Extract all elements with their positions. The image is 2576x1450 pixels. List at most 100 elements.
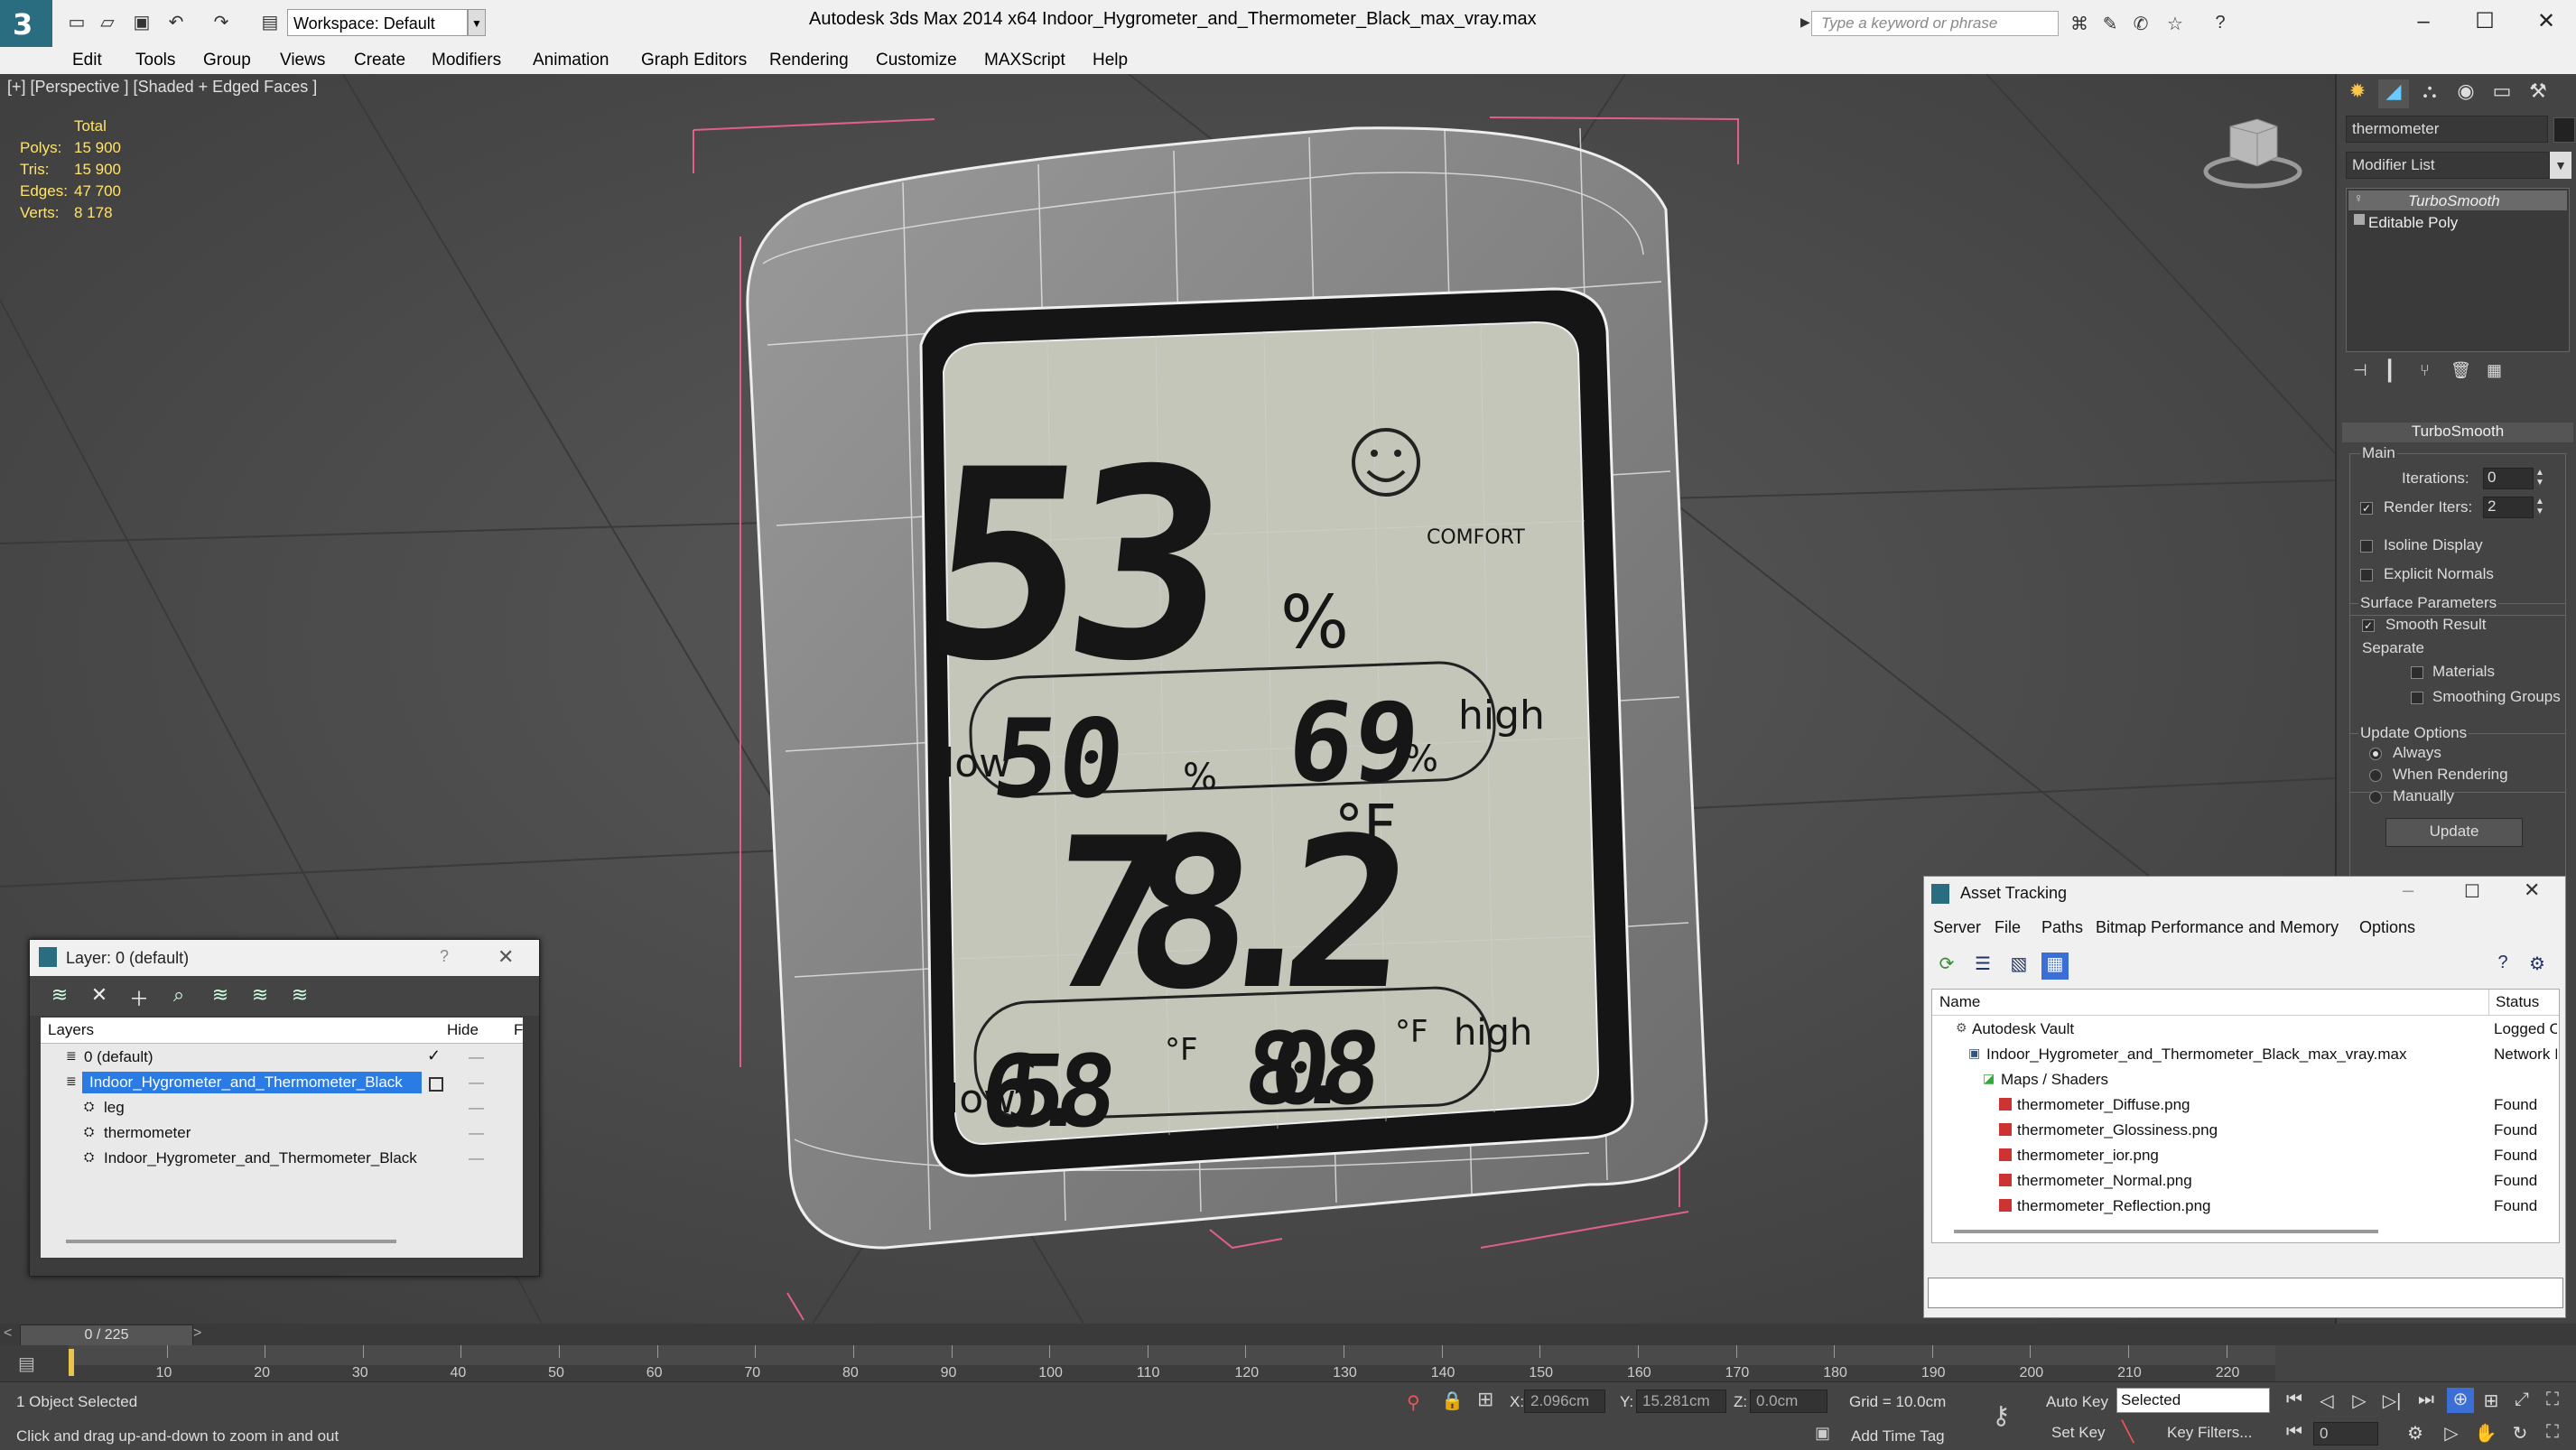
close-icon[interactable]: ✕ [2528, 5, 2564, 38]
maximize-viewport-icon[interactable]: ⛶ [2539, 1422, 2566, 1447]
layer-row[interactable]: ⛭ thermometer — [41, 1120, 523, 1146]
asset-menu-options[interactable]: Options [2359, 918, 2415, 937]
asset-row[interactable]: ⚙ Autodesk Vault Logged C [1932, 1017, 2559, 1042]
smoothing-groups-checkbox[interactable] [2411, 692, 2423, 704]
object-color-swatch[interactable] [2553, 117, 2575, 143]
key-mode-toggle-icon[interactable]: ⏮ [2281, 1422, 2308, 1447]
utilities-tab-icon[interactable]: ⚒ [2523, 79, 2553, 108]
time-slider[interactable]: < 0 / 225 > [0, 1324, 2576, 1346]
key-mode-dropdown[interactable]: Selected [2116, 1388, 2270, 1413]
communication-center-icon[interactable]: ✆ [2129, 13, 2153, 34]
key-filters-button[interactable]: Key Filters... [2167, 1424, 2252, 1442]
zoom-extents-icon[interactable]: ⤢ [2508, 1390, 2535, 1415]
select-objects-icon[interactable]: ⌕ [165, 983, 192, 1008]
layer-row[interactable]: ⛭ leg — [41, 1095, 523, 1120]
time-slider-thumb[interactable]: 0 / 225 [20, 1325, 193, 1346]
asset-menu-bitmap-performance[interactable]: Bitmap Performance and Memory [2096, 918, 2339, 937]
asset-row[interactable]: thermometer_Normal.png Found [1932, 1168, 2559, 1194]
layer-list-scrollbar[interactable] [66, 1240, 396, 1243]
viewport-label[interactable]: [+] [Perspective ] [Shaded + Edged Faces… [7, 78, 317, 97]
absolute-mode-icon[interactable]: ⊞ [1477, 1388, 1493, 1411]
status-column-header[interactable]: Status [2496, 993, 2539, 1011]
auto-key-button[interactable]: Auto Key [2046, 1393, 2108, 1411]
thumbnail-view-icon[interactable]: ▧ [2005, 953, 2032, 980]
next-frame-icon[interactable]: ▷| [2378, 1390, 2405, 1415]
set-key-icon[interactable]: ⚷ [1992, 1400, 2011, 1430]
workspace-dropdown-arrow-icon[interactable]: ▼ [468, 9, 486, 36]
hide-toggle[interactable]: — [469, 1048, 484, 1066]
hide-toggle[interactable]: — [469, 1149, 484, 1167]
layer-name[interactable]: 0 (default) [84, 1048, 153, 1066]
configure-sets-icon[interactable]: ▦ [2487, 361, 2502, 380]
hide-toggle[interactable]: — [469, 1099, 484, 1117]
menu-rendering[interactable]: Rendering [769, 51, 849, 70]
maximize-icon[interactable]: ☐ [2467, 5, 2503, 38]
layer-row[interactable]: ⛭ Indoor_Hygrometer_and_Thermometer_Blac… [41, 1146, 523, 1171]
isolate-selection-icon[interactable]: ⚲ [1407, 1391, 1420, 1414]
asset-menu-paths[interactable]: Paths [2041, 918, 2083, 937]
layer-row[interactable]: ≣ Indoor_Hygrometer_and_Thermometer_Blac… [41, 1070, 523, 1095]
list-view-icon[interactable]: ☰ [1969, 953, 1996, 980]
layer-row[interactable]: ≣ 0 (default) ✓ — [41, 1045, 523, 1070]
search-input[interactable]: Type a keyword or phrase [1811, 11, 2059, 36]
hide-column-header[interactable]: Hide [447, 1021, 479, 1039]
show-end-result-icon[interactable]: ┃ [2384, 359, 2395, 383]
modify-tab-icon[interactable]: ◢ [2378, 79, 2409, 108]
set-key-button[interactable]: Set Key [2051, 1424, 2106, 1442]
make-unique-icon[interactable]: ⑂ [2420, 361, 2430, 380]
active-layer-check-icon[interactable]: ✓ [427, 1046, 441, 1065]
y-coordinate-field[interactable]: 15.281cm [1636, 1390, 1726, 1413]
project-folder-icon[interactable]: ▤ [258, 11, 282, 34]
subscription-icon[interactable]: ✎ [2098, 13, 2122, 34]
asset-window-minimize-icon[interactable]: – [2403, 878, 2413, 902]
menu-modifiers[interactable]: Modifiers [432, 51, 501, 70]
layer-name[interactable]: Indoor_Hygrometer_and_Thermometer_Black [82, 1072, 422, 1093]
hide-toggle[interactable]: — [469, 1074, 484, 1092]
current-frame-marker[interactable] [69, 1349, 74, 1376]
object-name[interactable]: leg [104, 1099, 125, 1117]
modifier-list-arrow-icon[interactable]: ▼ [2550, 152, 2571, 179]
manually-radio[interactable] [2369, 791, 2382, 804]
save-icon[interactable]: ▣ [130, 11, 153, 34]
redo-icon[interactable]: ↷ [209, 11, 233, 34]
column-divider[interactable] [2488, 990, 2489, 1015]
refresh-icon[interactable]: ⟳ [1933, 953, 1960, 980]
render-iters-spinner[interactable]: 2 [2483, 497, 2534, 518]
x-coordinate-field[interactable]: 2.096cm [1524, 1390, 1605, 1413]
add-time-tag[interactable]: Add Time Tag [1851, 1427, 1945, 1445]
menu-help[interactable]: Help [1093, 51, 1128, 70]
asset-menu-server[interactable]: Server [1933, 918, 1981, 937]
app-logo-icon[interactable]: 3 [0, 0, 52, 47]
materials-checkbox[interactable] [2411, 666, 2423, 679]
time-slider-prev-icon[interactable]: < [4, 1325, 12, 1342]
object-name[interactable]: thermometer [104, 1124, 191, 1142]
selection-lock-icon[interactable]: 🔒 [1441, 1390, 1464, 1412]
workspace-dropdown[interactable]: Workspace: Default [287, 9, 468, 36]
motion-tab-icon[interactable]: ◉ [2450, 79, 2481, 108]
name-column-header[interactable]: Name [1939, 993, 1980, 1011]
explicit-normals-checkbox[interactable] [2360, 569, 2373, 581]
always-radio[interactable] [2369, 748, 2382, 760]
search-expand-icon[interactable]: ▶ [1800, 14, 1810, 30]
create-tab-icon[interactable]: ✹ [2342, 79, 2373, 108]
asset-row[interactable]: ◪ Maps / Shaders [1932, 1067, 2559, 1092]
smooth-result-checkbox[interactable]: ✓ [2362, 619, 2375, 632]
object-name-field[interactable]: thermometer [2346, 116, 2548, 143]
go-to-end-icon[interactable]: ⏭ [2413, 1390, 2440, 1415]
asset-menu-file[interactable]: File [1995, 918, 2021, 937]
menu-group[interactable]: Group [203, 51, 251, 70]
track-ruler[interactable] [69, 1345, 2275, 1365]
menu-create[interactable]: Create [354, 51, 405, 70]
asset-row[interactable]: thermometer_Diffuse.png Found [1932, 1092, 2559, 1118]
object-name[interactable]: Indoor_Hygrometer_and_Thermometer_Black [104, 1149, 417, 1167]
undo-icon[interactable]: ↶ [164, 11, 188, 34]
menu-graph-editors[interactable]: Graph Editors [641, 51, 747, 70]
open-file-icon[interactable]: ▱ [96, 11, 119, 34]
time-configuration-icon[interactable]: ⚙ [2402, 1422, 2429, 1447]
asset-path-field[interactable] [1928, 1278, 2563, 1308]
freeze-all-layers-icon[interactable]: ≋ [286, 983, 313, 1008]
modifier-stack-item[interactable]: ♀ TurboSmooth [2348, 191, 2567, 210]
minimize-icon[interactable]: – [2405, 5, 2441, 38]
help-icon[interactable]: ? [2209, 13, 2232, 34]
highlight-layer-icon[interactable]: ≋ [207, 983, 234, 1008]
